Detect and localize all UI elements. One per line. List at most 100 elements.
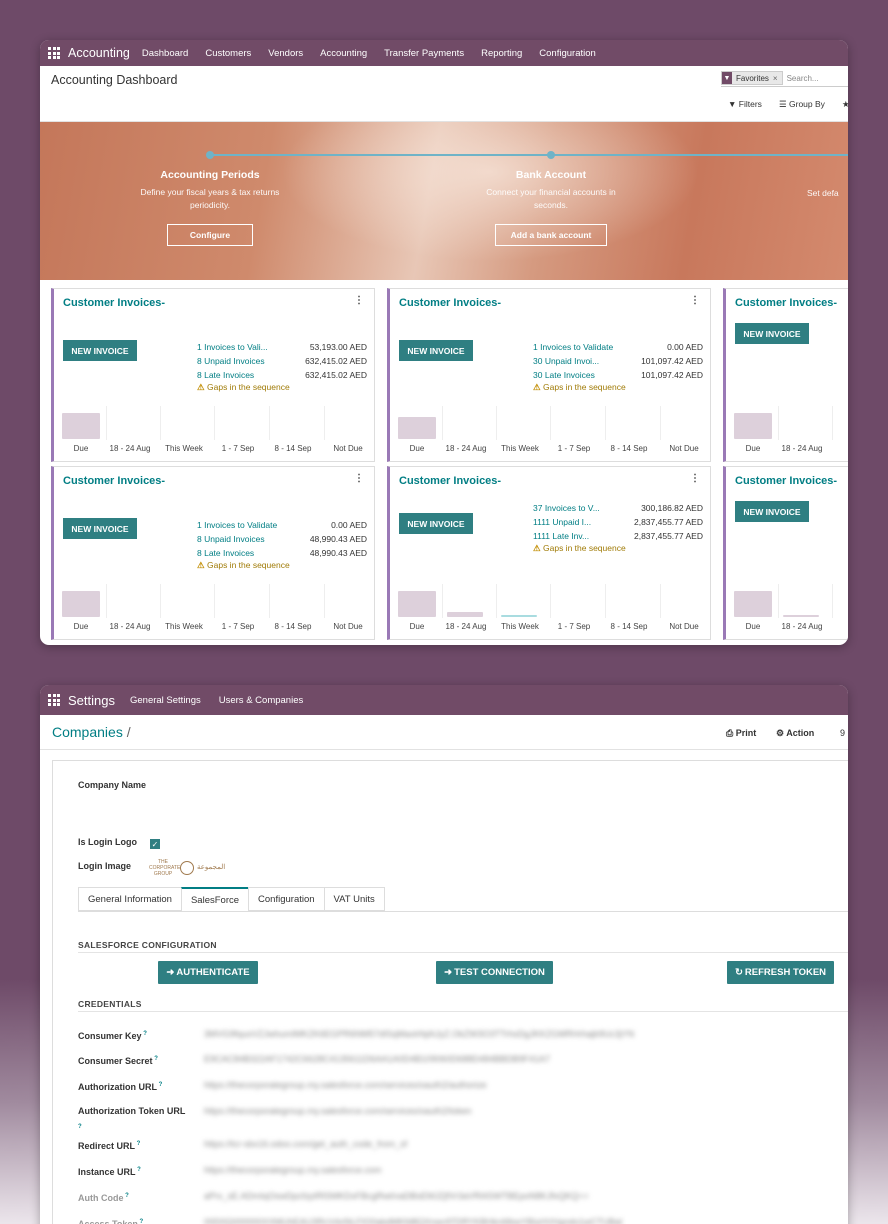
field-value-input[interactable]: https://thecorporategroup.my.salesforce.… xyxy=(204,1163,381,1177)
card-title[interactable]: Customer Invoices- xyxy=(63,475,165,487)
card-stat[interactable]: 1 Invoices to Validate 0.00 AED xyxy=(533,340,703,354)
card-stat[interactable]: 37 Invoices to V... 300,186.82 AED xyxy=(533,501,703,515)
stat-label[interactable]: 8 Late Invoices xyxy=(197,546,254,560)
chart-bar[interactable] xyxy=(783,615,819,617)
new-invoice-button[interactable]: NEW INVOICE xyxy=(735,323,809,344)
chart-bar[interactable] xyxy=(62,591,100,617)
menu-reporting[interactable]: Reporting xyxy=(481,48,522,59)
groupby-button[interactable]: ☰ Group By xyxy=(779,99,825,110)
card-stat[interactable]: 1 Invoices to Vali... 53,193.00 AED xyxy=(197,340,367,354)
help-icon[interactable]: ? xyxy=(78,1124,82,1130)
favorites-star-icon[interactable]: ★ xyxy=(842,99,848,110)
help-icon[interactable]: ? xyxy=(135,1141,141,1147)
menu-general-settings[interactable]: General Settings xyxy=(130,695,201,706)
card-title[interactable]: Customer Invoices- xyxy=(399,475,501,487)
menu-customers[interactable]: Customers xyxy=(205,48,251,59)
pager[interactable]: 9 xyxy=(840,728,845,738)
card-stat[interactable]: 30 Unpaid Invoi... 101,097.42 AED xyxy=(533,354,703,368)
new-invoice-button[interactable]: NEW INVOICE xyxy=(399,513,473,534)
menu-dashboard[interactable]: Dashboard xyxy=(142,48,188,59)
app-grid-icon[interactable] xyxy=(48,694,60,706)
action-button[interactable]: ⚙ Action xyxy=(776,728,814,739)
card-title[interactable]: Customer Invoices- xyxy=(63,297,165,309)
stat-label[interactable]: 8 Late Invoices xyxy=(197,368,254,382)
tab-salesforce[interactable]: SalesForce xyxy=(180,887,249,911)
stat-label[interactable]: 1 Invoices to Vali... xyxy=(197,340,268,354)
menu-vendors[interactable]: Vendors xyxy=(268,48,303,59)
chart-bar[interactable] xyxy=(62,413,100,439)
menu-accounting[interactable]: Accounting xyxy=(320,48,367,59)
card-stat[interactable]: 8 Late Invoices 632,415.02 AED xyxy=(197,368,367,382)
card-stat[interactable]: 1 Invoices to Validate 0.00 AED xyxy=(197,518,367,532)
card-stat[interactable]: 1111 Late Inv... 2,837,455.77 AED xyxy=(533,529,703,543)
app-grid-icon[interactable] xyxy=(48,47,60,59)
tab-general-information[interactable]: General Information xyxy=(78,887,181,911)
chart-bar[interactable] xyxy=(734,591,772,617)
gaps-warning[interactable]: ⚠ Gaps in the sequence xyxy=(197,382,290,393)
filters-button[interactable]: ▼ Filters xyxy=(728,99,762,109)
new-invoice-button[interactable]: NEW INVOICE xyxy=(63,340,137,361)
field-value-input[interactable]: 00D0Q000000XXMUhEAU3RcVdv5tLFIO0abdMKfd8… xyxy=(204,1215,622,1224)
is-login-logo-checkbox[interactable]: ✓ xyxy=(150,839,160,849)
configure-button[interactable]: Configure xyxy=(167,224,253,246)
stat-label[interactable]: 1 Invoices to Validate xyxy=(533,340,613,354)
chart-bar[interactable] xyxy=(398,417,436,439)
search-input[interactable]: Search... xyxy=(787,74,819,83)
card-stat[interactable]: 8 Late Invoices 48,990.43 AED xyxy=(197,546,367,560)
stat-label[interactable]: 1111 Late Inv... xyxy=(533,529,589,543)
tab-vat-units[interactable]: VAT Units xyxy=(323,887,385,911)
stat-label[interactable]: 1111 Unpaid I... xyxy=(533,515,591,529)
authenticate-button[interactable]: ➜ AUTHENTICATE xyxy=(158,961,258,984)
chart-bar[interactable] xyxy=(501,615,537,617)
stat-label[interactable]: 8 Unpaid Invoices xyxy=(197,354,265,368)
card-title[interactable]: Customer Invoices- xyxy=(735,475,837,487)
stat-label[interactable]: 1 Invoices to Validate xyxy=(197,518,277,532)
stat-label[interactable]: 8 Unpaid Invoices xyxy=(197,532,265,546)
field-value-input[interactable]: 3MVG9fquoVZJwhumIMKZK6EGPR6NM57dlSqMaxtr… xyxy=(204,1027,634,1041)
chart-bar[interactable] xyxy=(734,413,772,439)
kebab-menu-icon[interactable]: ⋮ xyxy=(354,473,364,484)
help-icon[interactable]: ? xyxy=(153,1056,158,1062)
stat-label[interactable]: 30 Late Invoices xyxy=(533,368,595,382)
card-stat[interactable]: 8 Unpaid Invoices 48,990.43 AED xyxy=(197,532,367,546)
app-name[interactable]: Settings xyxy=(68,693,115,708)
gaps-warning[interactable]: ⚠ Gaps in the sequence xyxy=(533,543,626,554)
tab-configuration[interactable]: Configuration xyxy=(248,887,324,911)
help-icon[interactable]: ? xyxy=(124,1193,129,1199)
login-image[interactable]: THE CORPORATE GROUP المجموعة xyxy=(149,856,244,880)
kebab-menu-icon[interactable]: ⋮ xyxy=(690,473,700,484)
field-value-input[interactable]: aPrx_sE.ADmIqOswDpcfzpIRlSMKDxFBcgRwt/va… xyxy=(204,1189,589,1203)
kebab-menu-icon[interactable]: ⋮ xyxy=(354,295,364,306)
help-icon[interactable]: ? xyxy=(136,1167,141,1173)
card-stat[interactable]: 1111 Unpaid I... 2,837,455.77 AED xyxy=(533,515,703,529)
add-bank-account-button[interactable]: Add a bank account xyxy=(495,224,607,246)
card-title[interactable]: Customer Invoices- xyxy=(735,297,837,309)
help-icon[interactable]: ? xyxy=(138,1219,144,1224)
help-icon[interactable]: ? xyxy=(142,1031,147,1037)
breadcrumb[interactable]: Companies / xyxy=(52,724,131,740)
new-invoice-button[interactable]: NEW INVOICE xyxy=(735,501,809,522)
field-value-input[interactable]: E9CAC84B322AF1742C6628C4135611D6AA1A0D4B… xyxy=(204,1052,550,1066)
new-invoice-button[interactable]: NEW INVOICE xyxy=(63,518,137,539)
search-bar[interactable]: ▼ Favorites × Search... xyxy=(721,70,848,87)
chart-bar[interactable] xyxy=(398,591,436,617)
stat-label[interactable]: 30 Unpaid Invoi... xyxy=(533,354,599,368)
refresh-token-button[interactable]: ↻ REFRESH TOKEN xyxy=(727,961,834,984)
chart-bar[interactable] xyxy=(447,612,483,617)
card-title[interactable]: Customer Invoices- xyxy=(399,297,501,309)
stat-label[interactable]: 37 Invoices to V... xyxy=(533,501,600,515)
print-button[interactable]: ⎙ Print xyxy=(726,728,756,739)
close-icon[interactable]: × xyxy=(773,74,778,83)
card-stat[interactable]: 8 Unpaid Invoices 632,415.02 AED xyxy=(197,354,367,368)
field-value-input[interactable]: https://thecorporategroup.my.salesforce.… xyxy=(204,1078,486,1092)
help-icon[interactable]: ? xyxy=(157,1082,163,1088)
field-value-input[interactable]: https://thecorporategroup.my.salesforce.… xyxy=(204,1104,471,1118)
app-name[interactable]: Accounting xyxy=(68,46,130,60)
menu-users-companies[interactable]: Users & Companies xyxy=(219,695,303,706)
test-connection-button[interactable]: ➜ TEST CONNECTION xyxy=(436,961,553,984)
gaps-warning[interactable]: ⚠ Gaps in the sequence xyxy=(197,560,290,571)
breadcrumb-companies[interactable]: Companies xyxy=(52,724,123,740)
card-stat[interactable]: 30 Late Invoices 101,097.42 AED xyxy=(533,368,703,382)
search-facet[interactable]: ▼ Favorites × xyxy=(721,71,783,85)
field-value-input[interactable]: https://tcr-sbx16.odoo.com/get_auth_code… xyxy=(204,1137,407,1151)
